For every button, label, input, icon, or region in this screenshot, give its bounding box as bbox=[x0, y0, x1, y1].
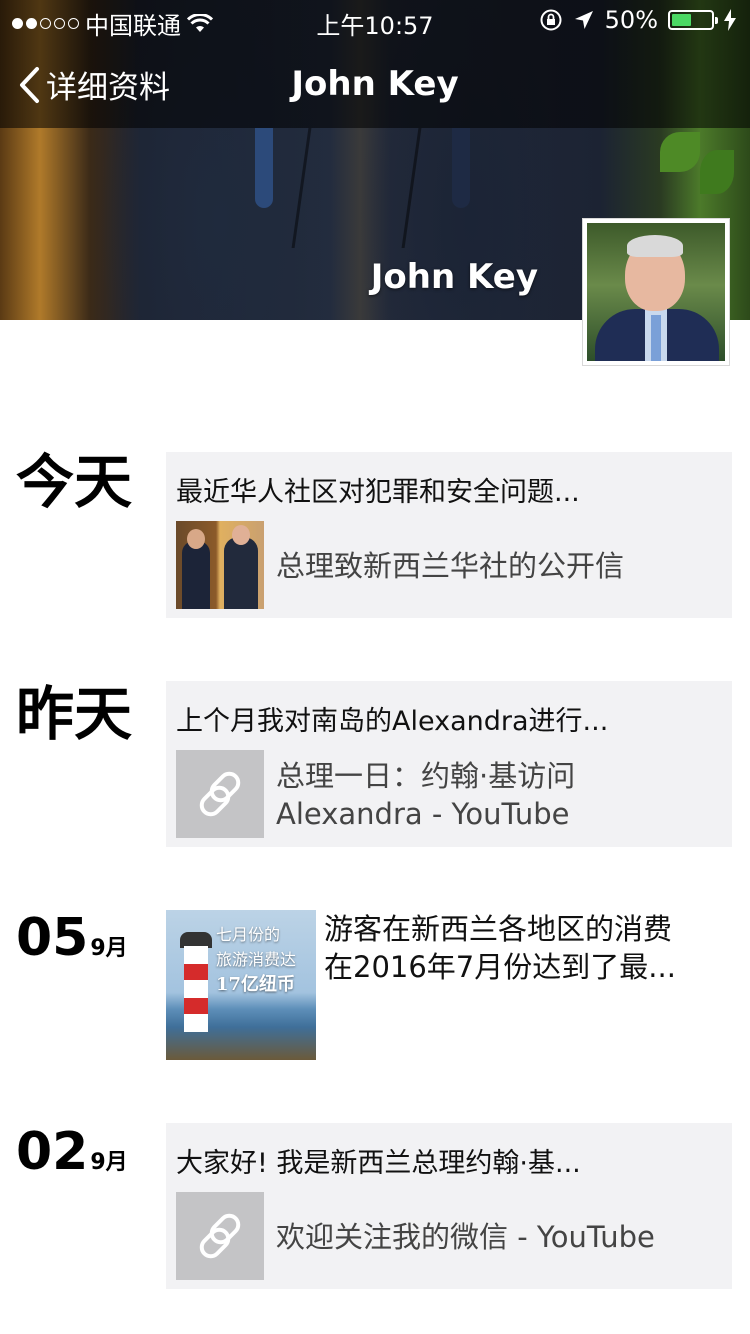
photo-caption-line: 旅游消费达 bbox=[216, 950, 297, 969]
entry-date: 今天 bbox=[16, 448, 133, 516]
shared-link-card[interactable]: 上个月我对南岛的Alexandra进行... 总理一日：约翰·基访问 Alexa… bbox=[166, 681, 732, 847]
battery-icon bbox=[668, 10, 718, 30]
post-title: 大家好! 我是新西兰总理约翰·基... bbox=[176, 1148, 581, 1179]
cover-tie-right bbox=[452, 128, 470, 208]
link-thumbnail bbox=[176, 750, 264, 838]
article-title: 总理致新西兰华社的公开信 bbox=[276, 549, 625, 583]
photo-thumbnail[interactable]: 七月份的 旅游消费达 17亿纽币 bbox=[166, 910, 316, 1060]
link-title: 欢迎关注我的微信 - YouTube bbox=[276, 1220, 655, 1254]
entry-date: 029月 bbox=[16, 1122, 128, 1182]
battery-percent: 50% bbox=[604, 6, 658, 34]
cover-lapel bbox=[401, 128, 422, 248]
page-title: John Key bbox=[291, 64, 459, 104]
photo-caption-line: 七月份的 bbox=[216, 925, 281, 944]
link-title: 总理一日：约翰·基访问 Alexandra - YouTube bbox=[276, 757, 575, 833]
article-thumbnail bbox=[176, 521, 264, 609]
post-text-line: 在2016年7月份达到了最... bbox=[324, 950, 676, 984]
cover-tie-left bbox=[255, 128, 273, 208]
profile-name: John Key bbox=[370, 257, 538, 297]
photo-caption-line: 17亿纽币 bbox=[216, 974, 296, 995]
post-title: 上个月我对南岛的Alexandra进行... bbox=[176, 706, 609, 737]
entry-date: 昨天 bbox=[16, 680, 133, 748]
entry-day: 02 bbox=[16, 1122, 89, 1182]
lighthouse-image bbox=[184, 946, 208, 1032]
cover-leaf bbox=[660, 132, 700, 172]
photo-caption: 七月份的 旅游消费达 17亿纽币 bbox=[216, 922, 316, 997]
avatar[interactable] bbox=[582, 218, 730, 366]
entry-month: 9月 bbox=[90, 936, 128, 961]
entry-day: 05 bbox=[16, 908, 89, 968]
link-title-line: Alexandra - YouTube bbox=[276, 797, 570, 831]
cover-leaf bbox=[700, 150, 734, 194]
cover-lapel bbox=[291, 128, 312, 248]
link-title-line: 总理一日：约翰·基访问 bbox=[276, 759, 576, 793]
entry-month: 9月 bbox=[90, 1150, 128, 1175]
post-title: 最近华人社区对犯罪和安全问题... bbox=[176, 477, 580, 508]
entry-date: 059月 bbox=[16, 908, 128, 968]
link-icon bbox=[199, 1213, 241, 1259]
link-thumbnail bbox=[176, 1192, 264, 1280]
shared-article-card[interactable]: 最近华人社区对犯罪和安全问题... 总理致新西兰华社的公开信 bbox=[166, 452, 732, 618]
avatar-photo bbox=[587, 223, 725, 361]
location-arrow-icon bbox=[574, 11, 593, 29]
charging-bolt-icon bbox=[724, 9, 736, 31]
rotation-lock-icon bbox=[540, 9, 562, 31]
post-text[interactable]: 游客在新西兰各地区的消费 在2016年7月份达到了最... bbox=[324, 910, 724, 986]
status-bar: 中国联通 上午10:57 50% bbox=[0, 0, 750, 40]
shared-link-card[interactable]: 大家好! 我是新西兰总理约翰·基... 欢迎关注我的微信 - YouTube bbox=[166, 1123, 732, 1289]
battery-fill bbox=[672, 14, 691, 26]
post-text-line: 游客在新西兰各地区的消费 bbox=[324, 912, 673, 946]
navigation-bar: 详细资料 John Key bbox=[0, 40, 750, 128]
link-icon bbox=[199, 771, 241, 817]
status-right: 50% bbox=[539, 6, 736, 34]
